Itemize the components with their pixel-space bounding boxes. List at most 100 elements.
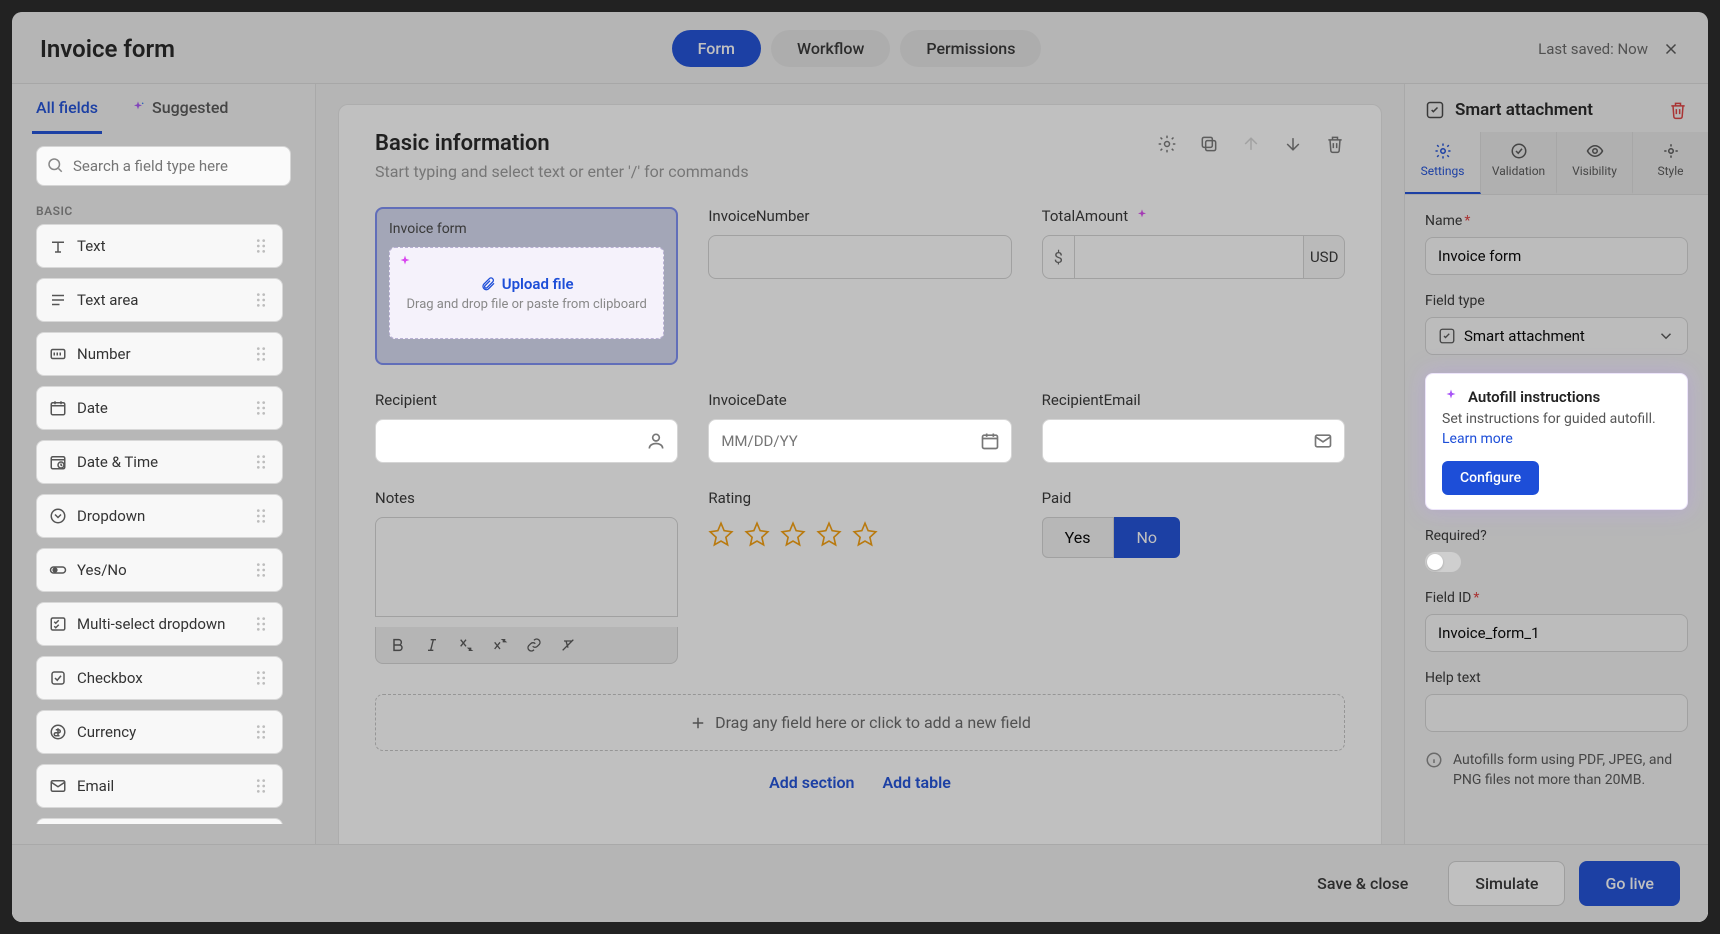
link-icon[interactable] [526,637,542,653]
currency-code[interactable]: USD [1303,235,1345,279]
drag-icon [252,453,270,471]
field-type-label: Field type [1425,293,1688,309]
upload-zone[interactable]: Upload file Drag and drop file or paste … [389,247,664,339]
add-section-link[interactable]: Add section [769,773,854,792]
drag-icon [252,669,270,687]
configure-button[interactable]: Configure [1442,461,1539,495]
tab-suggested[interactable]: Suggested [126,84,232,134]
close-icon[interactable] [1662,40,1680,58]
smart-attach-icon [1438,327,1456,345]
tab-validation[interactable]: Validation [1481,132,1557,194]
notes-textarea[interactable] [375,517,678,617]
tab-all-fields[interactable]: All fields [32,84,102,134]
move-up-icon[interactable] [1241,134,1261,154]
save-close-button[interactable]: Save & close [1291,861,1434,906]
italic-icon[interactable] [424,637,440,653]
field-text[interactable]: Text [36,224,283,268]
star-icon[interactable] [780,521,806,547]
invoice-number-input[interactable] [708,235,1011,279]
paid-no-button[interactable]: No [1114,517,1181,558]
recipient-input[interactable] [375,419,678,463]
smart-attachment-field[interactable]: Invoice form Upload file Drag and drop f… [375,207,678,365]
yesno-icon [49,561,67,579]
star-icon[interactable] [816,521,842,547]
gear-icon [1434,142,1452,160]
field-datetime[interactable]: Date & Time [36,440,283,484]
copy-icon[interactable] [1199,134,1219,154]
field-number[interactable]: Number [36,332,283,376]
smart-attach-label: Invoice form [389,221,664,237]
properties-panel: Smart attachment Settings Validation Vis… [1404,84,1708,844]
section-subtitle[interactable]: Start typing and select text or enter '/… [375,162,1345,181]
add-table-link[interactable]: Add table [882,773,950,792]
field-user[interactable]: User [36,818,283,824]
field-yesno[interactable]: Yes/No [36,548,283,592]
learn-more-link[interactable]: Learn more [1442,431,1513,447]
field-currency[interactable]: Currency [36,710,283,754]
sparkle-icon [1134,208,1150,224]
delete-icon[interactable] [1668,100,1688,120]
text-icon [49,237,67,255]
search-icon [46,156,64,174]
clear-format-icon[interactable] [560,637,576,653]
checkbox-icon [49,669,67,687]
currency-icon [49,723,67,741]
multiselect-icon [49,615,67,633]
gear-icon[interactable] [1157,134,1177,154]
style-icon [1662,142,1680,160]
field-palette: All fields Suggested BASIC Text Text are… [12,84,316,844]
field-date[interactable]: Date [36,386,283,430]
star-icon[interactable] [744,521,770,547]
star-icon[interactable] [852,521,878,547]
field-type-select[interactable]: Smart attachment [1425,317,1688,355]
sparkle-icon [130,100,146,116]
calendar-icon[interactable] [980,431,1000,451]
drag-icon [252,399,270,417]
eye-icon [1586,142,1604,160]
tab-settings[interactable]: Settings [1405,132,1481,194]
simulate-button[interactable]: Simulate [1448,861,1565,906]
superscript-icon[interactable] [492,637,508,653]
search-input[interactable] [36,146,291,186]
tab-style[interactable]: Style [1633,132,1708,194]
move-down-icon[interactable] [1283,134,1303,154]
field-search[interactable] [36,146,291,186]
rating-stars[interactable] [708,517,1011,547]
tab-workflow[interactable]: Workflow [771,30,890,67]
dropdown-icon [49,507,67,525]
field-email[interactable]: Email [36,764,283,808]
trash-icon[interactable] [1325,134,1345,154]
field-multiselect[interactable]: Multi-select dropdown [36,602,283,646]
email-icon [49,777,67,795]
drag-icon [252,345,270,363]
page-title: Invoice form [40,35,175,63]
paid-yes-button[interactable]: Yes [1042,517,1114,558]
required-toggle[interactable] [1425,552,1461,572]
paid-label: Paid [1042,489,1345,507]
subscript-icon[interactable] [458,637,474,653]
basic-heading: BASIC [12,196,315,224]
sparkle-icon [1442,388,1460,406]
tab-form[interactable]: Form [672,30,761,67]
datetime-icon [49,453,67,471]
field-id-input[interactable] [1425,614,1688,652]
name-input[interactable] [1425,237,1688,275]
tab-visibility[interactable]: Visibility [1557,132,1633,194]
invoice-date-input[interactable] [708,419,1011,463]
go-live-button[interactable]: Go live [1579,861,1680,906]
tab-permissions[interactable]: Permissions [900,30,1041,67]
total-amount-input[interactable] [1074,235,1303,279]
star-icon[interactable] [708,521,734,547]
invoice-date-label: InvoiceDate [708,391,1011,409]
field-textarea[interactable]: Text area [36,278,283,322]
recipient-email-input[interactable] [1042,419,1345,463]
notes-label: Notes [375,489,678,507]
field-checkbox[interactable]: Checkbox [36,656,283,700]
field-dropdown[interactable]: Dropdown [36,494,283,538]
bold-icon[interactable] [390,637,406,653]
add-field-dropzone[interactable]: Drag any field here or click to add a ne… [375,694,1345,751]
section-title: Basic information [375,131,1157,156]
smart-attach-icon [1425,100,1445,120]
help-text-input[interactable] [1425,694,1688,732]
info-icon [1425,751,1443,769]
